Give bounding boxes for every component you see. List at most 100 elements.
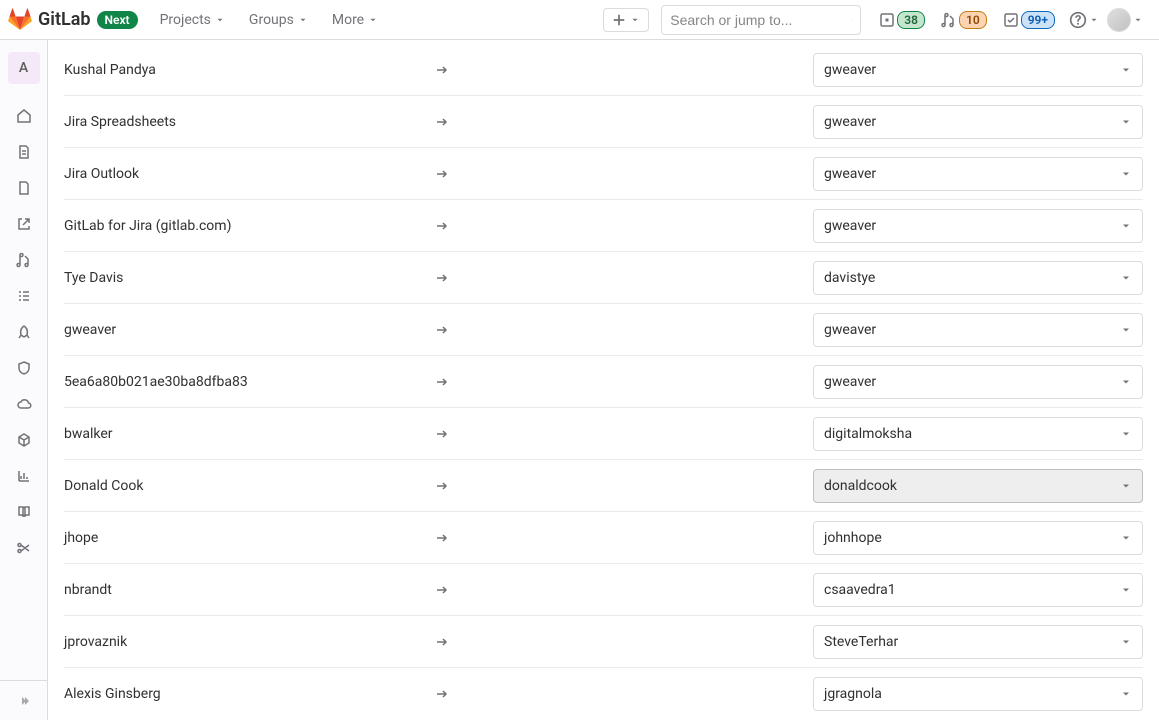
- chevron-down-icon: [630, 15, 640, 25]
- chevron-down-icon: [1120, 376, 1132, 388]
- brand-logo-group[interactable]: GitLab Next: [8, 8, 138, 32]
- target-column: gweaver: [784, 105, 1143, 139]
- dropdown-selected-label: digitalmoksha: [824, 426, 912, 442]
- arrow-column: [434, 478, 784, 494]
- mr-counter[interactable]: 10: [935, 7, 993, 33]
- source-user-label: Kushal Pandya: [64, 62, 434, 78]
- top-navbar: GitLab Next Projects Groups More 38 10 9…: [0, 0, 1159, 40]
- chevron-down-icon: [1089, 15, 1099, 25]
- sidebar-deployments[interactable]: [8, 388, 40, 420]
- arrow-right-icon: [434, 478, 450, 494]
- todos-counter[interactable]: 99+: [997, 7, 1061, 33]
- target-user-dropdown[interactable]: donaldcook: [813, 469, 1143, 503]
- arrow-right-icon: [434, 114, 450, 130]
- nav-groups[interactable]: Groups: [239, 6, 318, 34]
- reassignment-row: GitLab for Jira (gitlab.com) gweaver: [64, 200, 1143, 252]
- sidebar-project-home[interactable]: [8, 100, 40, 132]
- reassignment-row: bwalkerdigitalmoksha: [64, 408, 1143, 460]
- target-column: SteveTerhar: [784, 625, 1143, 659]
- target-user-dropdown[interactable]: davistye: [813, 261, 1143, 295]
- nav-groups-label: Groups: [249, 12, 294, 28]
- arrow-column: [434, 426, 784, 442]
- chevron-down-icon: [368, 15, 378, 25]
- nav-projects-label: Projects: [160, 12, 211, 28]
- source-user-label: jprovaznik: [64, 634, 434, 650]
- search-icon: [851, 13, 852, 27]
- dropdown-selected-label: davistye: [824, 270, 875, 286]
- arrow-column: [434, 634, 784, 650]
- reassignment-row: Alexis Ginsbergjgragnola: [64, 668, 1143, 720]
- sidebar-external[interactable]: [8, 208, 40, 240]
- user-menu[interactable]: [1107, 8, 1143, 32]
- target-user-dropdown[interactable]: csaavedra1: [813, 573, 1143, 607]
- issue-icon: [879, 12, 895, 28]
- new-button[interactable]: [603, 8, 649, 32]
- next-badge[interactable]: Next: [97, 11, 138, 29]
- sidebar-analytics[interactable]: [8, 460, 40, 492]
- target-user-dropdown[interactable]: gweaver: [813, 365, 1143, 399]
- target-column: csaavedra1: [784, 573, 1143, 607]
- target-user-dropdown[interactable]: jgragnola: [813, 677, 1143, 711]
- sidebar-snippets[interactable]: [8, 532, 40, 564]
- help-button[interactable]: [1065, 7, 1103, 33]
- target-user-dropdown[interactable]: gweaver: [813, 157, 1143, 191]
- dropdown-selected-label: johnhope: [824, 530, 882, 546]
- arrow-right-icon: [434, 530, 450, 546]
- left-sidebar: A: [0, 40, 48, 720]
- dropdown-selected-label: jgragnola: [824, 686, 882, 702]
- target-user-dropdown[interactable]: gweaver: [813, 105, 1143, 139]
- brand-name: GitLab: [38, 9, 91, 30]
- search-input[interactable]: [670, 12, 851, 28]
- arrow-right-icon: [434, 322, 450, 338]
- sidebar-requirements[interactable]: [8, 280, 40, 312]
- target-user-dropdown[interactable]: SteveTerhar: [813, 625, 1143, 659]
- issues-counter[interactable]: 38: [873, 7, 931, 33]
- source-user-label: Jira Outlook: [64, 166, 434, 182]
- source-user-label: GitLab for Jira (gitlab.com): [64, 218, 434, 234]
- sidebar-security[interactable]: [8, 352, 40, 384]
- project-avatar[interactable]: A: [8, 52, 40, 84]
- target-user-dropdown[interactable]: gweaver: [813, 313, 1143, 347]
- reassignment-row: jprovaznik SteveTerhar: [64, 616, 1143, 668]
- sidebar-expand-button[interactable]: [0, 680, 48, 720]
- target-user-dropdown[interactable]: digitalmoksha: [813, 417, 1143, 451]
- arrow-column: [434, 114, 784, 130]
- reassignment-row: nbrandt csaavedra1: [64, 564, 1143, 616]
- sidebar-repository[interactable]: [8, 172, 40, 204]
- sidebar-cicd[interactable]: [8, 316, 40, 348]
- dropdown-selected-label: gweaver: [824, 374, 876, 390]
- todos-count: 99+: [1021, 11, 1055, 29]
- dropdown-selected-label: gweaver: [824, 322, 876, 338]
- target-user-dropdown[interactable]: johnhope: [813, 521, 1143, 555]
- sidebar-project-info[interactable]: [8, 136, 40, 168]
- search-box[interactable]: [661, 5, 861, 35]
- reassignment-row: Jira Spreadsheets gweaver: [64, 96, 1143, 148]
- sidebar-packages[interactable]: [8, 424, 40, 456]
- source-user-label: nbrandt: [64, 582, 434, 598]
- external-link-icon: [16, 216, 32, 232]
- dropdown-selected-label: csaavedra1: [824, 582, 896, 598]
- target-column: jgragnola: [784, 677, 1143, 711]
- source-user-label: 5ea6a80b021ae30ba8dfba83: [64, 374, 434, 390]
- chart-icon: [16, 468, 32, 484]
- scissors-icon: [16, 540, 32, 556]
- target-user-dropdown[interactable]: gweaver: [813, 209, 1143, 243]
- reassignment-row: Donald Cook donaldcook: [64, 460, 1143, 512]
- nav-projects[interactable]: Projects: [150, 6, 235, 34]
- home-icon: [16, 108, 32, 124]
- source-user-label: Donald Cook: [64, 478, 434, 494]
- arrow-right-icon: [434, 686, 450, 702]
- chevron-down-icon: [1120, 428, 1132, 440]
- source-user-label: Jira Spreadsheets: [64, 114, 434, 130]
- chevron-down-icon: [1120, 688, 1132, 700]
- sidebar-merge-requests[interactable]: [8, 244, 40, 276]
- arrow-column: [434, 374, 784, 390]
- user-avatar: [1107, 8, 1131, 32]
- chevron-down-icon: [1120, 272, 1132, 284]
- target-user-dropdown[interactable]: gweaver: [813, 53, 1143, 87]
- dropdown-selected-label: gweaver: [824, 166, 876, 182]
- nav-more[interactable]: More: [322, 6, 388, 34]
- source-user-label: gweaver: [64, 322, 434, 338]
- sidebar-wiki[interactable]: [8, 496, 40, 528]
- chevron-down-icon: [1120, 64, 1132, 76]
